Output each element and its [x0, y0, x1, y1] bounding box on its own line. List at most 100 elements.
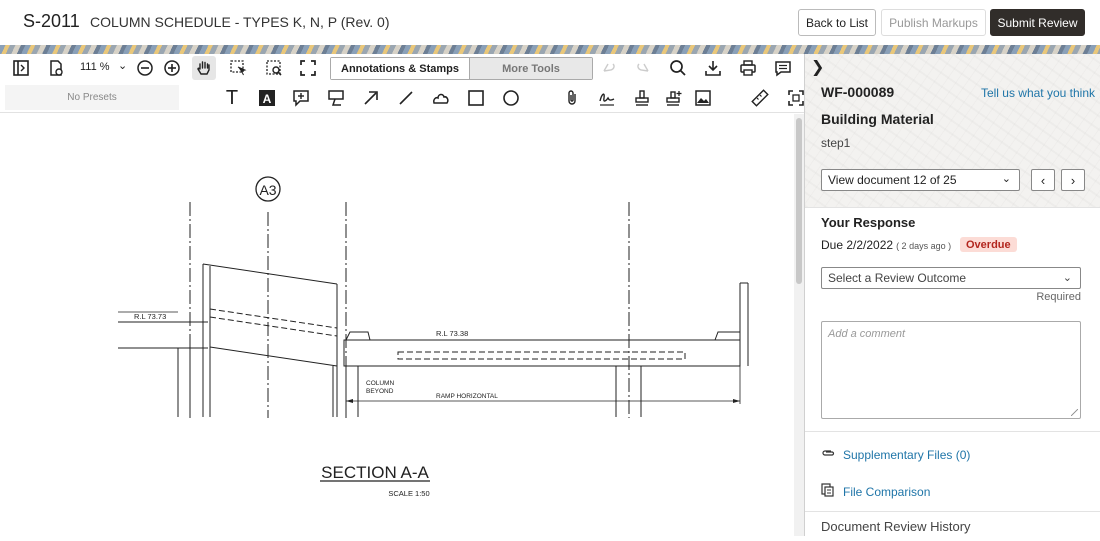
attachment-icon[interactable]: [561, 87, 583, 109]
paperclip-icon: [821, 447, 835, 462]
chevron-right-icon: ›: [1070, 172, 1076, 188]
submit-review-button[interactable]: Submit Review: [990, 9, 1085, 36]
review-history-section[interactable]: Document Review History: [805, 511, 1100, 536]
main-slab: [343, 339, 741, 367]
ramp-beam-line: [209, 316, 338, 337]
document-id: S-2011: [23, 11, 80, 31]
hand-pan-icon[interactable]: [192, 56, 216, 80]
document-canvas[interactable]: A3 R.L 73.73 R.L 73.38 COLUMN BEYOND RAM…: [0, 114, 794, 536]
due-relative: ( 2 days ago ): [896, 241, 952, 251]
chevron-down-icon[interactable]: ⌄: [118, 59, 127, 72]
column-beyond-label: COLUMN: [366, 380, 394, 387]
workflow-step: step1: [821, 136, 851, 150]
section-drawing: A3 R.L 73.73 R.L 73.38 COLUMN BEYOND RAM…: [118, 176, 749, 498]
level-label-mid: R.L 73.38: [436, 329, 468, 338]
tab-more-tools[interactable]: More Tools: [470, 58, 592, 79]
comment-placeholder: Add a comment: [828, 328, 906, 340]
response-section: Your Response Due 2/2/2022( 2 days ago )…: [805, 207, 1100, 431]
response-title: Your Response: [821, 215, 916, 230]
publish-markups-button[interactable]: Publish Markups: [881, 9, 986, 36]
cloud-icon[interactable]: [430, 87, 452, 109]
file-comparison-label: File Comparison: [843, 484, 931, 499]
print-icon[interactable]: [737, 57, 759, 79]
related-links: Supplementary Files (0) File Comparison: [805, 431, 1100, 511]
ellipse-icon[interactable]: [500, 87, 522, 109]
feedback-link[interactable]: Tell us what you think: [981, 86, 1095, 100]
measure-icon[interactable]: [749, 87, 771, 109]
ramp-label: RAMP HORIZONTAL: [436, 393, 498, 400]
back-to-list-button[interactable]: Back to List: [798, 9, 876, 36]
zoom-level[interactable]: 111 %: [80, 61, 110, 73]
review-history-title: Document Review History: [821, 519, 971, 534]
next-document-button[interactable]: ›: [1061, 169, 1085, 191]
sidebar-toggle-icon[interactable]: [10, 57, 32, 79]
annotation-toolbar: No Presets T A: [0, 83, 804, 113]
svg-text:A: A: [263, 92, 272, 106]
document-title: COLUMN SCHEDULE - TYPES K, N, P (Rev. 0): [90, 14, 390, 30]
ramp-beam-line: [209, 346, 338, 367]
comment-textarea[interactable]: Add a comment: [821, 321, 1081, 419]
dimension-arrow: [346, 399, 353, 403]
chevron-right-icon[interactable]: ❯: [811, 57, 824, 77]
text-box-icon[interactable]: A: [256, 87, 278, 109]
due-date-value: Due 2/2/2022: [821, 238, 894, 252]
slab-kerb: [345, 331, 371, 341]
chevron-down-icon: ⌄: [1001, 173, 1011, 185]
file-comparison-link[interactable]: File Comparison: [821, 483, 930, 500]
ramp-beam-line: [209, 308, 338, 329]
vertical-scrollbar[interactable]: [794, 114, 804, 536]
hidden-beam: [397, 351, 686, 360]
slab-kerb: [714, 331, 740, 341]
signature-icon[interactable]: [596, 87, 618, 109]
image-icon[interactable]: [692, 87, 714, 109]
document-selector-value: View document 12 of 25: [828, 173, 957, 187]
presets-dropdown[interactable]: No Presets: [5, 85, 179, 110]
workflow-id: WF-000089: [821, 84, 895, 100]
document-selector[interactable]: View document 12 of 25 ⌄: [821, 169, 1020, 191]
scrollbar-thumb[interactable]: [796, 118, 802, 284]
required-label: Required: [1036, 291, 1081, 303]
supplementary-files-label: Supplementary Files (0): [843, 447, 971, 462]
note-icon[interactable]: [290, 87, 312, 109]
due-date: Due 2/2/2022( 2 days ago ): [821, 238, 951, 252]
status-badge: Overdue: [960, 237, 1017, 252]
line-icon[interactable]: [395, 87, 417, 109]
section-title: SECTION A-A: [321, 463, 429, 482]
workflow-category: Building Material: [821, 111, 934, 127]
page-settings-icon[interactable]: [45, 57, 67, 79]
level-label-left: R.L 73.73: [134, 312, 166, 321]
column-beyond-label: BEYOND: [366, 388, 394, 395]
tab-annotations-stamps[interactable]: Annotations & Stamps: [331, 58, 470, 79]
fit-screen-icon[interactable]: [297, 57, 319, 79]
callout-icon[interactable]: [325, 87, 347, 109]
search-icon[interactable]: [667, 57, 689, 79]
zoom-out-icon[interactable]: [134, 57, 156, 79]
resize-handle-icon[interactable]: [1071, 409, 1078, 416]
select-area-icon[interactable]: [227, 57, 249, 79]
review-outcome-select[interactable]: Select a Review Outcome ⌄: [821, 267, 1081, 289]
chevron-down-icon: ⌄: [1062, 272, 1072, 284]
download-icon[interactable]: [702, 57, 724, 79]
zoom-in-icon[interactable]: [161, 57, 183, 79]
chevron-left-icon: ‹: [1040, 172, 1046, 188]
app-header: S-2011 COLUMN SCHEDULE - TYPES K, N, P (…: [0, 0, 1100, 45]
redo-icon[interactable]: [632, 57, 654, 79]
stamp-icon[interactable]: [631, 87, 653, 109]
viewer-toolbar: 111 % ⌄ Annotations & Stamps More Tools: [0, 54, 804, 83]
comments-icon[interactable]: [772, 57, 794, 79]
rectangle-icon[interactable]: [465, 87, 487, 109]
review-panel: ❯ WF-000089 Tell us what you think Build…: [805, 54, 1100, 536]
scale-label: SCALE 1:50: [388, 489, 429, 498]
review-outcome-placeholder: Select a Review Outcome: [828, 271, 967, 285]
workflow-summary: ❯ WF-000089 Tell us what you think Build…: [805, 54, 1100, 207]
tool-mode-tabs: Annotations & Stamps More Tools: [330, 57, 593, 80]
dimension-arrow: [733, 399, 740, 403]
zoom-area-icon[interactable]: [263, 57, 285, 79]
arrow-icon[interactable]: [360, 87, 382, 109]
previous-document-button[interactable]: ‹: [1031, 169, 1055, 191]
supplementary-files-link[interactable]: Supplementary Files (0): [821, 447, 970, 462]
ramp-beam-line: [202, 263, 338, 285]
text-icon[interactable]: T: [221, 87, 243, 109]
undo-icon[interactable]: [598, 57, 620, 79]
custom-stamp-icon[interactable]: [663, 87, 685, 109]
